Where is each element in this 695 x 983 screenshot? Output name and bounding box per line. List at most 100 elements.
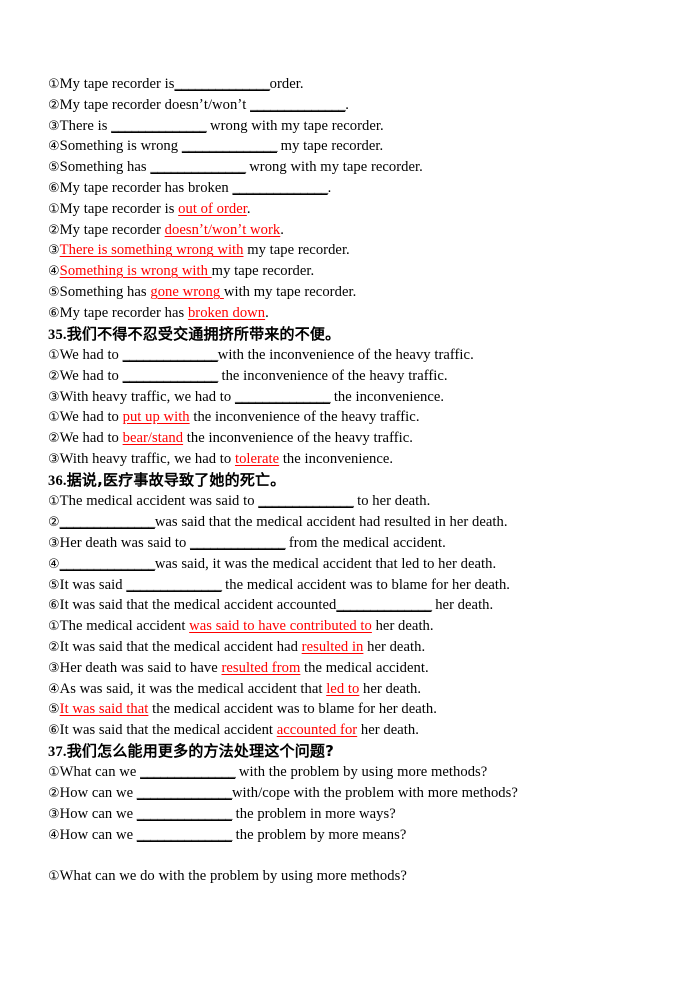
answer-text: resulted from [221,659,301,676]
sentence-text: . [345,96,349,113]
question-line: ④How can we ______________ the problem b… [48,825,668,846]
fill-in-blank[interactable]: ______________ [123,368,219,384]
item-marker: ④ [48,264,60,280]
answer-line: ③There is something wrong with my tape r… [48,240,668,261]
sentence-text: wrong with my tape recorder. [206,117,384,134]
sentence-text: to her death. [353,493,431,510]
question-line: ②How can we ______________with/cope with… [48,783,668,804]
question-line: ③Her death was said to ______________ fr… [48,533,668,554]
fill-in-blank[interactable]: ______________ [258,493,354,509]
question-line: ①My tape recorder is______________order. [48,74,668,95]
sentence-text: Something has [59,159,151,176]
sentence-text: How can we [59,806,137,822]
fill-in-blank[interactable]: ______________ [182,138,278,154]
answer-line: ⑤Something has gone wrong with my tape r… [48,282,668,303]
fill-in-blank[interactable]: ______________ [336,597,432,613]
answer-text: tolerate [234,451,280,468]
item-marker: ③ [48,118,60,134]
sentence-text: the inconvenience. [279,451,394,468]
sentence-text: with the problem by using more methods? [235,764,488,781]
section-number: 36. [48,472,67,489]
item-marker: ③ [48,660,60,676]
fill-in-blank[interactable]: ______________ [123,347,219,363]
answer-text: broken down [187,304,266,321]
item-marker: ② [48,368,60,384]
sentence-text: her death. [357,722,419,739]
fill-in-blank[interactable]: ______________ [190,535,286,551]
question-line: ⑤It was said ______________ the medical … [48,575,668,596]
fill-in-blank[interactable]: ______________ [137,806,233,822]
sentence-text: We had to [59,409,123,426]
sentence-text: It was said that the medical accident ha… [59,638,302,655]
answer-line: ⑥It was said that the medical accident a… [48,720,668,741]
question-line: ①The medical accident was said to ______… [48,491,668,512]
sentence-text: her death. [431,597,494,614]
sentence-text: How can we [59,785,137,802]
item-marker: ① [48,201,60,217]
fill-in-blank[interactable]: ______________ [232,180,328,196]
section-number: 37. [48,743,67,760]
sentence-text: It was said that the medical accident ac… [59,597,337,614]
answer-text: bear/stand [122,430,184,447]
item-marker: ① [48,410,60,426]
fill-in-blank[interactable]: ______________ [126,577,222,593]
item-marker: ② [48,431,60,447]
sentence-text: Something is wrong [59,138,182,155]
answer-line: ⑤It was said that the medical accident w… [48,699,668,720]
question-line: ⑤Something has ______________ wrong with… [48,157,668,178]
answer-text: gone wrong [150,283,224,300]
fill-in-blank[interactable]: ______________ [150,159,246,175]
sentence-text: My tape recorder has broken [59,179,233,196]
item-marker: ① [48,348,60,364]
sentence-text: her death. [363,638,426,655]
item-marker: ② [48,786,60,802]
fill-in-blank[interactable]: ______________ [174,76,270,92]
fill-in-blank[interactable]: ______________ [137,785,233,801]
item-marker: ③ [48,807,60,822]
answer-line: ④As was said, it was the medical acciden… [48,679,668,700]
sentence-text: the problem in more ways? [231,806,396,822]
sentence-text: The medical accident [59,618,190,635]
sentence-text: What can we do with the problem by using… [59,868,407,885]
worksheet-page: ①My tape recorder is______________order.… [0,0,695,983]
answer-line: ①My tape recorder is out of order. [48,199,668,220]
question-line: ①What can we ______________ with the pro… [48,762,668,783]
sentence-text: The medical accident was said to [59,493,259,510]
sentence-text: the inconvenience of the heavy traffic. [217,367,448,384]
answer-text: out of order [178,200,247,217]
fill-in-blank[interactable]: ______________ [111,118,207,134]
sentence-text: the inconvenience of the heavy traffic. [183,430,413,447]
sentence-text: the problem by more means? [231,826,407,843]
answer-text: doesnʼt/wonʼt work [164,221,281,238]
fill-in-blank[interactable]: ______________ [235,389,331,405]
question-line: ③There is ______________ wrong with my t… [48,116,668,137]
sentence-text: with the inconvenience of the heavy traf… [217,347,474,364]
sentence-text: Her death was said to have [59,659,222,676]
answer-line: ③With heavy traffic, we had to tolerate … [48,449,668,470]
fill-in-blank[interactable]: ______________ [137,827,233,843]
fill-in-blank[interactable]: ______________ [250,97,346,113]
item-marker: ② [48,97,60,113]
fill-in-blank[interactable]: ______________ [60,514,156,530]
sentence-text: the medical accident was to blame for he… [221,576,511,593]
sentence-text: was said that the medical accident had r… [154,514,508,531]
sentence-text: . [246,200,251,217]
item-marker: ⑥ [48,598,60,614]
section-heading: 37.我们怎么能用更多的方法处理这个问题? [48,741,668,763]
item-marker: ③ [48,535,60,551]
sentence-text: There is [59,117,112,134]
sentence-text: . [327,179,332,196]
item-marker: ④ [48,139,60,155]
sentence-text: It was said [59,576,127,593]
fill-in-blank[interactable]: ______________ [140,764,236,780]
sentence-text: . [280,221,284,238]
section-heading: 35.我们不得不忍受交通拥挤所带来的不便。 [48,324,668,346]
item-marker: ② [48,515,60,531]
sentence-text: Her death was said to [59,534,191,551]
fill-in-blank[interactable]: ______________ [60,556,156,572]
answer-text: It was said that [59,701,149,718]
sentence-text: with/cope with the problem with more met… [231,785,518,802]
sentence-text: with my tape recorder. [223,283,357,300]
sentence-text: . [265,304,269,321]
sentence-text: How can we [59,826,137,843]
